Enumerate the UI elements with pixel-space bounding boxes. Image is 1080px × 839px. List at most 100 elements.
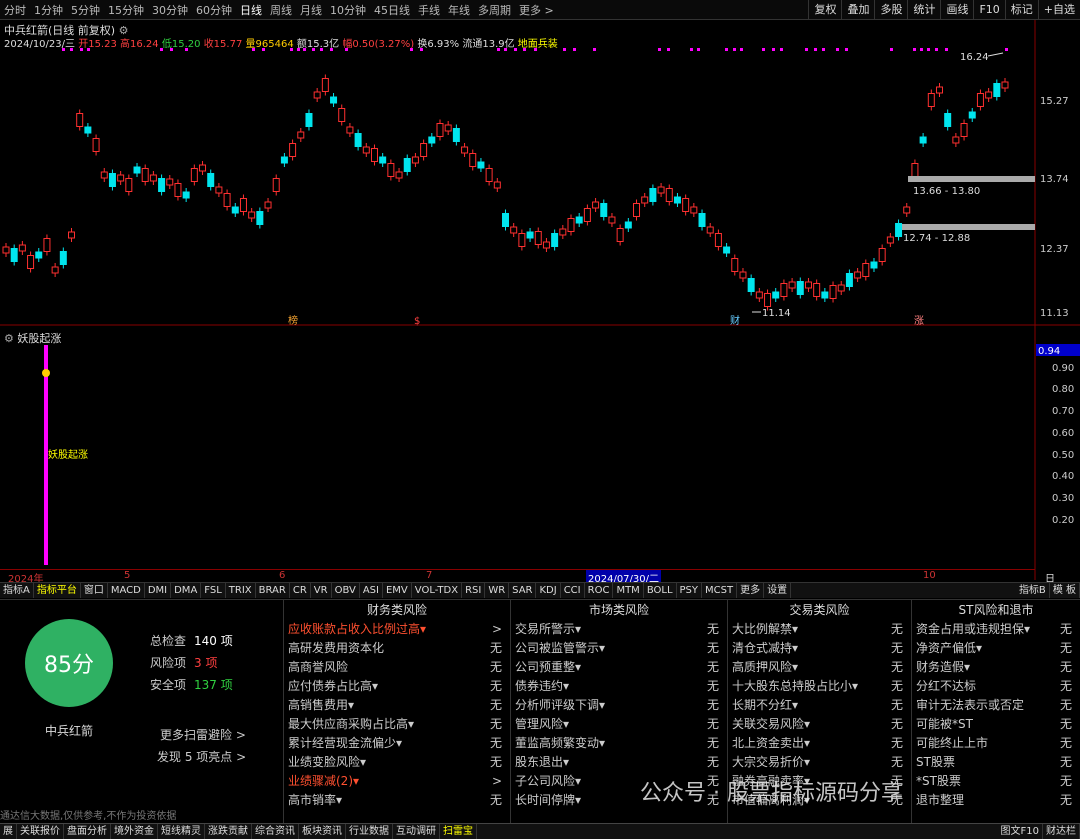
indicator-tab[interactable]: MACD	[108, 583, 145, 598]
risk-item[interactable]: 管理风险▾ 无	[511, 715, 727, 734]
indicator-tab[interactable]: 设置	[764, 583, 792, 598]
risk-item[interactable]: 高研发费用资本化 无	[284, 639, 510, 658]
overlay-button[interactable]: 叠加	[841, 0, 874, 20]
risk-item[interactable]: *ST股票 无	[912, 772, 1080, 791]
risk-item[interactable]: 股东退出▾ 无	[511, 753, 727, 772]
mark-button[interactable]: 标记	[1004, 0, 1038, 20]
indicator-tab[interactable]: OBV	[332, 583, 360, 598]
indicator-tab[interactable]: BOLL	[644, 583, 677, 598]
indicator-tab[interactable]: 指标A	[0, 583, 34, 598]
bottom-tab-right[interactable]: 财达栏	[1043, 824, 1080, 839]
period-tab[interactable]: 月线	[296, 2, 326, 18]
event-marker[interactable]: 榜	[288, 314, 298, 327]
bottom-tab[interactable]: 综合资讯	[252, 824, 299, 839]
indicator-tab[interactable]: EMV	[383, 583, 412, 598]
risk-item[interactable]: 退市整理 无	[912, 791, 1080, 810]
risk-item[interactable]: 十大股东总持股占比小▾ 无	[728, 677, 911, 696]
risk-item[interactable]: ST股票 无	[912, 753, 1080, 772]
period-tab[interactable]: 1分钟	[30, 2, 67, 18]
indicator-tab[interactable]: CCI	[561, 583, 585, 598]
bottom-tab[interactable]: 关联报价	[17, 824, 64, 839]
risk-item[interactable]: 北上资金卖出▾ 无	[728, 734, 911, 753]
indicator-tab[interactable]: VOL-TDX	[412, 583, 463, 598]
risk-item[interactable]: 财务造假▾ 无	[912, 658, 1080, 677]
bottom-tab[interactable]: 板块资讯	[299, 824, 346, 839]
period-tab[interactable]: 手线	[414, 2, 444, 18]
risk-item[interactable]: 资金占用或违规担保▾ 无	[912, 620, 1080, 639]
risk-item[interactable]: 可能被*ST 无	[912, 715, 1080, 734]
add-watchlist-button[interactable]: +自选	[1037, 0, 1080, 20]
risk-item[interactable]: 高市销率▾ 无	[284, 791, 510, 810]
risk-item[interactable]: 分红不达标 无	[912, 677, 1080, 696]
f10-button[interactable]: F10	[973, 0, 1004, 20]
period-tab[interactable]: 周线	[266, 2, 296, 18]
bottom-tab[interactable]: 互动调研	[393, 824, 440, 839]
draw-button[interactable]: 画线	[940, 0, 973, 20]
period-tab[interactable]: 分时	[0, 2, 30, 18]
risk-item[interactable]: 公司预重整▾ 无	[511, 658, 727, 677]
highlights-link[interactable]: 发现 5 项亮点 >	[157, 748, 246, 765]
indicator-tab[interactable]: 更多	[737, 583, 765, 598]
risk-item[interactable]: 清仓式减持▾ 无	[728, 639, 911, 658]
indicator-tab[interactable]: SAR	[509, 583, 537, 598]
event-marker[interactable]: 涨	[914, 315, 924, 327]
risk-item[interactable]: 业绩变脸风险▾ 无	[284, 753, 510, 772]
event-marker[interactable]: 财	[730, 314, 740, 327]
risk-item[interactable]: 应收账款占收入比例过高▾ >	[284, 620, 510, 639]
period-tab[interactable]: 30分钟	[148, 2, 192, 18]
indicator-tab[interactable]: KDJ	[536, 583, 561, 598]
indicator-tab[interactable]: TRIX	[226, 583, 256, 598]
risk-item[interactable]: 债券违约▾ 无	[511, 677, 727, 696]
bottom-tab[interactable]: 盘面分析	[64, 824, 111, 839]
risk-item[interactable]: 最大供应商采购占比高▾ 无	[284, 715, 510, 734]
indicator-tab[interactable]: FSL	[201, 583, 226, 598]
indicator-tab[interactable]: VR	[311, 583, 332, 598]
more-periods-button[interactable]: 更多 >	[515, 2, 558, 18]
indicator-tab-right[interactable]: 指标B	[1016, 583, 1050, 598]
multi-stock-button[interactable]: 多股	[874, 0, 907, 20]
bottom-tab[interactable]: 行业数据	[346, 824, 393, 839]
period-tab[interactable]: 5分钟	[67, 2, 104, 18]
risk-item[interactable]: 分析师评级下调▾ 无	[511, 696, 727, 715]
period-tab-daily[interactable]: 日线	[236, 2, 266, 18]
indicator-tab[interactable]: 指标平台	[34, 583, 81, 598]
risk-item[interactable]: 累计经营现金流偏少▾ 无	[284, 734, 510, 753]
bottom-tab[interactable]: 涨跌贡献	[205, 824, 252, 839]
indicator-tab[interactable]: PSY	[677, 583, 703, 598]
indicator-tab[interactable]: MTM	[613, 583, 644, 598]
risk-item[interactable]: 大宗交易折价▾ 无	[728, 753, 911, 772]
more-scan-link[interactable]: 更多扫雷避险 >	[160, 726, 246, 743]
risk-item[interactable]: 业绩骤减(2)▾ >	[284, 772, 510, 791]
settings-gear-icon[interactable]: ⚙	[4, 332, 14, 345]
risk-item[interactable]: 审计无法表示或否定 无	[912, 696, 1080, 715]
risk-item[interactable]: 高质押风险▾ 无	[728, 658, 911, 677]
indicator-tab[interactable]: ROC	[585, 583, 614, 598]
risk-item[interactable]: 公司被监管警示▾ 无	[511, 639, 727, 658]
indicator-tab[interactable]: MCST	[702, 583, 738, 598]
stats-button[interactable]: 统计	[907, 0, 940, 20]
indicator-tab[interactable]: DMI	[145, 583, 172, 598]
indicator-tab[interactable]: DMA	[171, 583, 202, 598]
bottom-tab[interactable]: 短线精灵	[158, 824, 205, 839]
indicator-tab[interactable]: RSI	[462, 583, 486, 598]
period-tab[interactable]: 15分钟	[104, 2, 148, 18]
event-marker[interactable]: $	[414, 316, 420, 327]
indicator-tab[interactable]: ASI	[360, 583, 383, 598]
risk-item[interactable]: 大比例解禁▾ 无	[728, 620, 911, 639]
risk-item[interactable]: 应付债券占比高▾ 无	[284, 677, 510, 696]
period-tab[interactable]: 年线	[444, 2, 474, 18]
period-tab[interactable]: 多周期	[474, 2, 515, 18]
bottom-tab[interactable]: 展	[0, 824, 17, 839]
period-tab[interactable]: 45日线	[370, 2, 414, 18]
period-tab[interactable]: 10分钟	[326, 2, 370, 18]
indicator-tab[interactable]: CR	[290, 583, 311, 598]
risk-item[interactable]: 长期不分红▾ 无	[728, 696, 911, 715]
sector-tag[interactable]: 地面兵装	[518, 39, 558, 50]
indicator-tab-right[interactable]: 模 板	[1050, 583, 1080, 598]
risk-item[interactable]: 交易所警示▾ 无	[511, 620, 727, 639]
risk-item[interactable]: 董监高频繁变动▾ 无	[511, 734, 727, 753]
risk-item[interactable]: 高销售费用▾ 无	[284, 696, 510, 715]
indicator-tab[interactable]: 窗口	[81, 583, 108, 598]
bottom-tab-right[interactable]: 图文F10	[998, 824, 1043, 839]
risk-item[interactable]: 可能终止上市 无	[912, 734, 1080, 753]
